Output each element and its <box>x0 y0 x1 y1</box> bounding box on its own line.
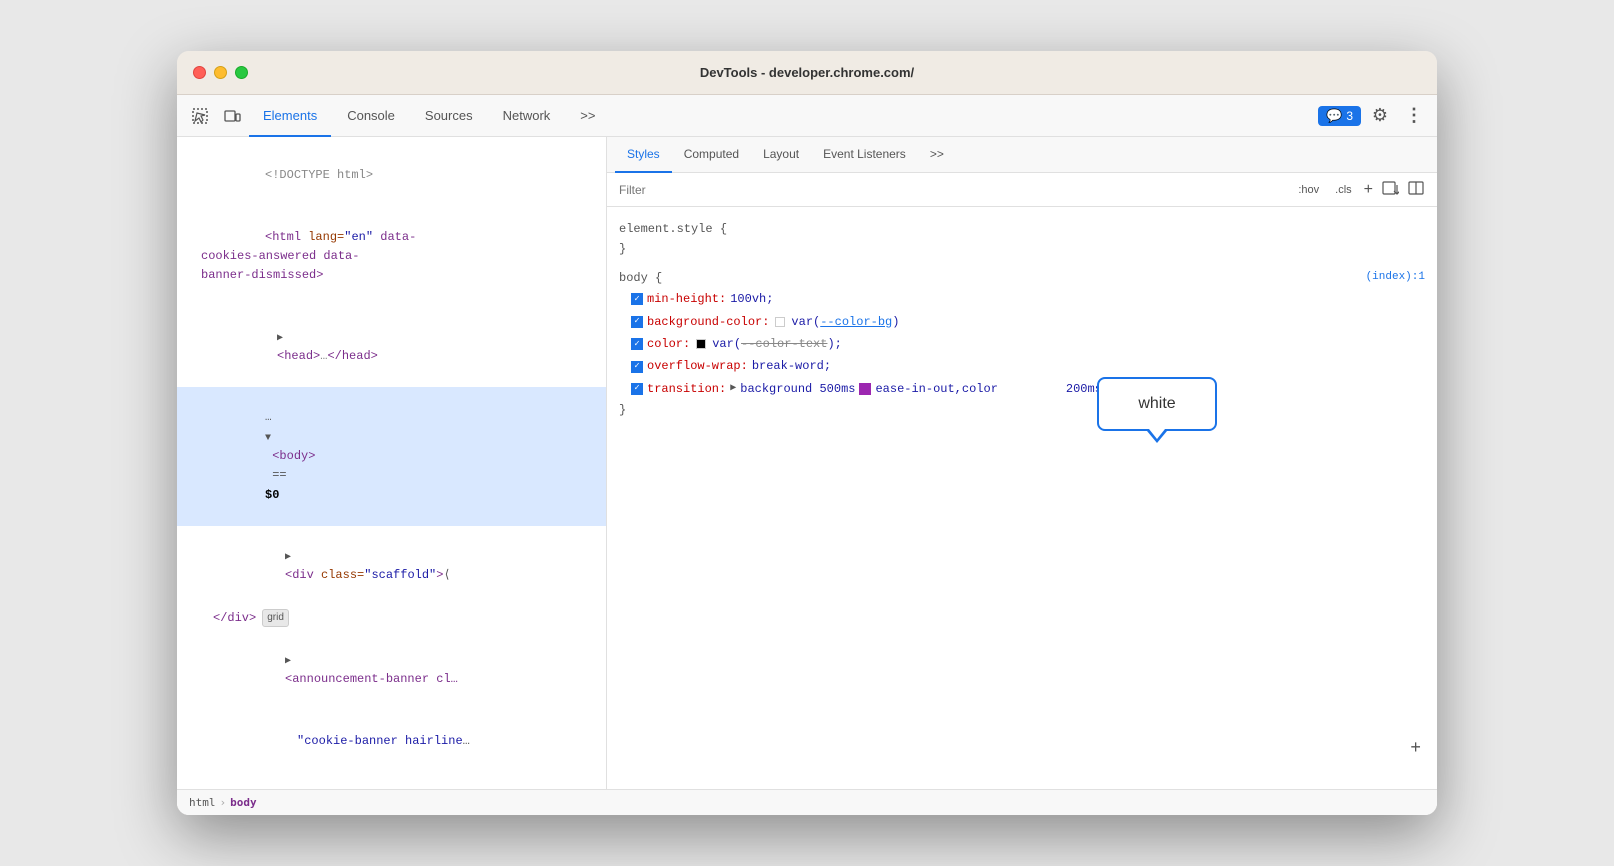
tab-more-styles[interactable]: >> <box>918 137 956 173</box>
maximize-button[interactable] <box>235 66 248 79</box>
tab-sources[interactable]: Sources <box>411 95 487 137</box>
chat-icon: 💬 <box>1326 108 1342 124</box>
new-style-rule-icon[interactable] <box>1381 179 1399 200</box>
checkbox-background-color[interactable]: ✓ <box>631 316 643 328</box>
dom-html-open[interactable]: <html lang="en" data-cookies-answered da… <box>177 207 606 307</box>
color-swatch-text[interactable] <box>696 339 706 349</box>
toolbar-right: 💬 3 ⚙ ⋮ <box>1318 101 1429 131</box>
cls-button[interactable]: .cls <box>1331 183 1356 197</box>
badge-count: 3 <box>1346 109 1353 123</box>
dom-doctype: <!DOCTYPE html> <box>177 145 606 207</box>
color-swatch-transition-purple[interactable] <box>859 383 871 395</box>
element-style-selector: element.style { <box>619 219 1425 239</box>
tab-event-listeners[interactable]: Event Listeners <box>811 137 918 173</box>
devtools-window: DevTools - developer.chrome.com/ Element… <box>177 51 1437 815</box>
tooltip-box: white <box>1097 377 1217 431</box>
traffic-lights <box>193 66 248 79</box>
tab-computed[interactable]: Computed <box>672 137 751 173</box>
settings-icon[interactable]: ⚙ <box>1365 101 1395 131</box>
add-rule-button[interactable]: + <box>1410 739 1421 759</box>
body-close-brace: } <box>619 400 1425 420</box>
expand-scaffold-arrow[interactable]: ▶ <box>285 552 291 563</box>
transition-expand-arrow[interactable]: ▶ <box>730 380 736 397</box>
color-bg-link[interactable]: --color-bg <box>820 315 892 329</box>
source-link[interactable]: (index):1 <box>1366 268 1425 288</box>
filter-bar: :hov .cls + <box>607 173 1437 207</box>
close-button[interactable] <box>193 66 206 79</box>
expand-head-arrow[interactable]: ▶ <box>277 333 283 344</box>
minimize-button[interactable] <box>214 66 227 79</box>
add-style-icon[interactable]: + <box>1364 181 1373 199</box>
dom-storage-key[interactable]: storage-key="user-cooki… <box>177 772 606 789</box>
tab-elements[interactable]: Elements <box>249 95 331 137</box>
elements-panel: <!DOCTYPE html> <html lang="en" data-coo… <box>177 137 607 789</box>
device-toolbar-icon[interactable] <box>217 101 247 131</box>
checkbox-overflow-wrap[interactable]: ✓ <box>631 361 643 373</box>
body-selector-line: body { (index):1 <box>619 268 1425 288</box>
css-content: element.style { } body { (index):1 <box>607 207 1437 789</box>
checkbox-color[interactable]: ✓ <box>631 338 643 350</box>
titlebar: DevTools - developer.chrome.com/ <box>177 51 1437 95</box>
dom-cookie-banner[interactable]: "cookie-banner hairline… <box>177 711 606 773</box>
window-title: DevTools - developer.chrome.com/ <box>700 65 914 80</box>
dom-div-scaffold[interactable]: ▶ <div class="scaffold">⟨ <box>177 526 606 607</box>
expand-announcement-arrow[interactable]: ▶ <box>285 656 291 667</box>
toggle-sidebar-icon[interactable] <box>1407 179 1425 200</box>
hov-button[interactable]: :hov <box>1294 183 1323 197</box>
tab-console[interactable]: Console <box>333 95 409 137</box>
devtools-body: Elements Console Sources Network >> 💬 3 … <box>177 95 1437 815</box>
checkbox-transition[interactable]: ✓ <box>631 383 643 395</box>
styles-panel: Styles Computed Layout Event Listeners >… <box>607 137 1437 789</box>
expand-body-arrow[interactable]: ▼ <box>265 433 271 444</box>
notification-badge[interactable]: 💬 3 <box>1318 106 1361 126</box>
filter-actions: :hov .cls + <box>1294 179 1425 200</box>
filter-input[interactable] <box>619 183 1286 197</box>
prop-transition: ✓ transition: ▶ background 500ms ease-in… <box>619 378 1425 400</box>
tab-layout[interactable]: Layout <box>751 137 811 173</box>
more-options-icon[interactable]: ⋮ <box>1399 101 1429 131</box>
breadcrumb-bar: html › body <box>177 789 1437 815</box>
dom-div-close[interactable]: </div> grid <box>177 607 606 630</box>
dom-body[interactable]: … ▼ <body> == $0 <box>177 387 606 526</box>
dom-announcement[interactable]: ▶ <announcement-banner cl… <box>177 630 606 711</box>
body-selector: body { <box>619 268 662 288</box>
element-style-close: } <box>619 239 1425 259</box>
prop-background-color: ✓ background-color: var(--color-bg) <box>619 311 1425 333</box>
element-style-rule: element.style { } <box>607 215 1437 264</box>
color-tooltip: white <box>1097 377 1217 431</box>
main-toolbar: Elements Console Sources Network >> 💬 3 … <box>177 95 1437 137</box>
inspector-icon[interactable] <box>185 101 215 131</box>
prop-min-height: ✓ min-height: 100vh; <box>619 288 1425 310</box>
dom-head[interactable]: ▶ <head>…</head> <box>177 307 606 388</box>
styles-subtabs: Styles Computed Layout Event Listeners >… <box>607 137 1437 173</box>
prop-color: ✓ color: var(--color-text); <box>619 333 1425 355</box>
color-swatch-bg[interactable] <box>775 317 785 327</box>
main-content: <!DOCTYPE html> <html lang="en" data-coo… <box>177 137 1437 789</box>
checkbox-min-height[interactable]: ✓ <box>631 293 643 305</box>
grid-badge[interactable]: grid <box>262 609 289 627</box>
tooltip-text: white <box>1138 395 1175 412</box>
breadcrumb-body[interactable]: body <box>230 796 257 809</box>
tab-network[interactable]: Network <box>489 95 565 137</box>
tab-styles[interactable]: Styles <box>615 137 672 173</box>
prop-overflow-wrap: ✓ overflow-wrap: break-word; <box>619 355 1425 377</box>
breadcrumb-html[interactable]: html <box>189 796 216 809</box>
body-rule: body { (index):1 ✓ min-height: 100vh; ✓ <box>607 264 1437 425</box>
tab-more-panels[interactable]: >> <box>566 95 609 137</box>
